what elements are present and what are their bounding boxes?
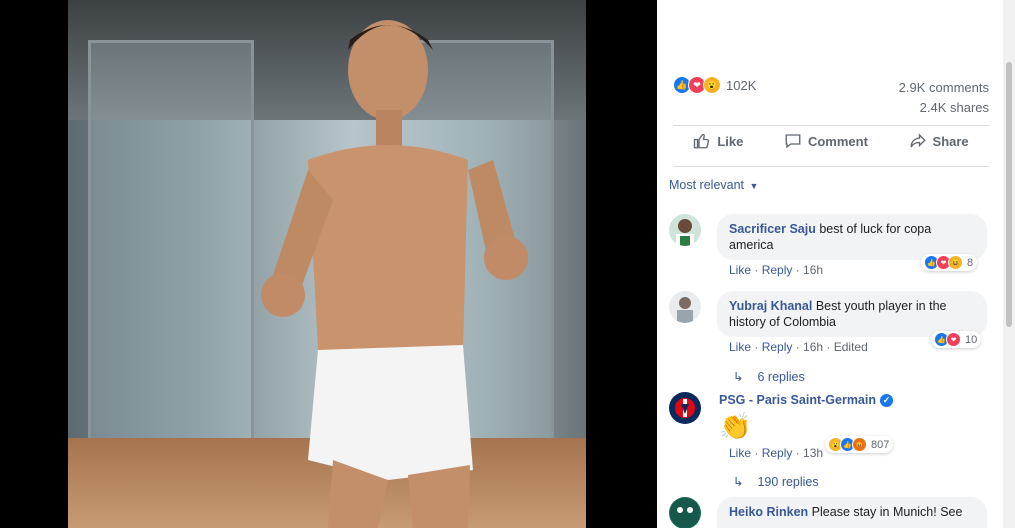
divider: [673, 166, 989, 167]
comment-like-link[interactable]: Like: [729, 340, 751, 354]
post-counts: 2.9K comments 2.4K shares: [899, 78, 989, 118]
comment-author[interactable]: Heiko Rinken: [729, 505, 808, 519]
photo-glass-panel: [88, 40, 254, 486]
speech-bubble-icon: [785, 134, 801, 149]
view-replies-link[interactable]: ↳ 190 replies: [733, 474, 819, 490]
caret-down-icon: ▼: [749, 181, 759, 191]
wow-reaction-icon: 😮: [703, 76, 721, 94]
comment-button-label: Comment: [807, 133, 868, 149]
comment-text: Please stay in Munich! See: [811, 505, 963, 519]
comment-author[interactable]: PSG - Paris Saint-Germain: [719, 393, 876, 407]
sort-comments-dropdown[interactable]: Most relevant ▼: [669, 178, 758, 192]
like-button[interactable]: Like: [693, 132, 743, 150]
divider: [673, 125, 989, 126]
comment-edited[interactable]: Edited: [834, 340, 868, 354]
comment-time[interactable]: 16h: [803, 263, 823, 277]
angry-reaction-icon: 😡: [852, 437, 867, 452]
reactions-count: 102K: [726, 77, 757, 93]
post-action-bar: Like Comment Share: [673, 132, 989, 150]
comment-reactions-count: 10: [965, 333, 978, 346]
comment-reply-link[interactable]: Reply: [762, 263, 793, 277]
share-button[interactable]: Share: [909, 132, 969, 150]
reactions-summary[interactable]: 👍 ❤ 😮 102K: [673, 76, 756, 94]
like-button-label: Like: [717, 133, 744, 149]
comment-reactions-badge[interactable]: 👍 ❤ 😆 8: [921, 254, 978, 271]
avatar-image: [670, 498, 700, 528]
replies-count: 190 replies: [757, 474, 819, 489]
avatar[interactable]: [669, 291, 701, 323]
comment-time[interactable]: 13h: [803, 446, 823, 460]
sort-label: Most relevant: [669, 178, 745, 192]
share-arrow-icon: [910, 133, 926, 148]
haha-reaction-icon: 😆: [948, 255, 963, 270]
reply-arrow-icon: ↳: [733, 475, 744, 489]
comment-button[interactable]: Comment: [784, 132, 868, 150]
comment-reply-link[interactable]: Reply: [762, 340, 793, 354]
comment-sticker[interactable]: 👏: [719, 410, 751, 442]
post-photo[interactable]: [68, 0, 586, 528]
replies-count: 6 replies: [757, 369, 805, 384]
comment-like-link[interactable]: Like: [729, 263, 751, 277]
scrollbar-thumb[interactable]: [1006, 62, 1012, 327]
panel-scrollbar[interactable]: [1003, 0, 1015, 528]
comment-author[interactable]: Sacrificer Saju: [729, 222, 816, 236]
share-button-label: Share: [932, 133, 969, 149]
thumbs-up-icon: [694, 133, 710, 149]
reply-arrow-icon: ↳: [733, 370, 744, 384]
comments-count-link[interactable]: 2.9K comments: [899, 78, 989, 98]
photo-person: [261, 20, 528, 528]
comment-like-link[interactable]: Like: [729, 446, 751, 460]
post-photo-viewer: [0, 0, 657, 528]
comment-author[interactable]: Yubraj Khanal: [729, 299, 812, 313]
comment-reply-link[interactable]: Reply: [762, 446, 793, 460]
avatar-image: [676, 219, 694, 246]
comment-reactions-badge[interactable]: 👍 ❤ 10: [931, 331, 982, 348]
comment-reactions-badge[interactable]: 😮 👍 😡 807: [825, 436, 894, 453]
comment-reactions-count: 807: [871, 438, 890, 451]
comment-meta: Like · Reply · 13h: [729, 446, 824, 460]
psg-logo-icon: [670, 393, 700, 423]
comment-reactions-count: 8: [967, 256, 974, 269]
verified-check-icon: ✓: [880, 394, 893, 408]
shares-count-link[interactable]: 2.4K shares: [899, 98, 989, 118]
comment-meta: Like · Reply · 16h · Edited: [729, 340, 868, 354]
avatar[interactable]: [669, 214, 701, 246]
avatar[interactable]: [669, 392, 701, 424]
avatar[interactable]: [669, 497, 701, 528]
post-details-panel: 👍 ❤ 😮 102K 2.9K comments 2.4K shares Lik…: [657, 0, 1003, 528]
avatar-image: [677, 297, 693, 323]
comment-author-row: PSG - Paris Saint-Germain ✓: [719, 393, 893, 408]
comment-meta: Like · Reply · 16h: [729, 263, 824, 277]
love-reaction-icon: ❤: [946, 332, 961, 347]
comment-time[interactable]: 16h: [803, 340, 823, 354]
view-replies-link[interactable]: ↳ 6 replies: [733, 369, 805, 385]
comment-bubble: Heiko Rinken Please stay in Munich! See: [717, 497, 987, 528]
